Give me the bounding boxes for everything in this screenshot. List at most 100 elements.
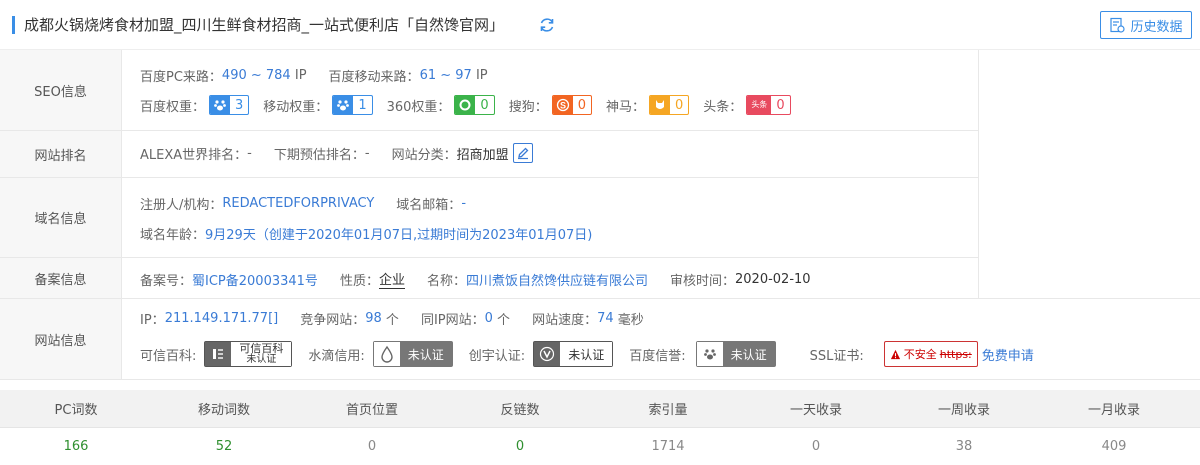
ssl-badge[interactable]: 不安全 https: <box>883 341 978 367</box>
icp-audit-value: 2020-02-10 <box>735 271 811 287</box>
baidu-credit-badge-text: 未认证 <box>722 342 775 366</box>
sogou-weight-label: 搜狗： <box>508 99 548 115</box>
domain-age-label: 域名年龄： <box>140 228 206 243</box>
icp-nature-label: 性质： <box>339 273 379 289</box>
kexin-label: 可信百科: <box>140 348 197 364</box>
svg-text:S: S <box>560 100 566 110</box>
rank-row: 网站排名 ALEXA世界排名： - 下期预估排名： - 网站分类： 招商加盟 <box>0 131 978 178</box>
toutiao-icon: 头条 <box>747 96 772 114</box>
info-table: SEO信息 百度PC来路： 490 ~ 784 IP 百度移动来路： 61 ~ … <box>0 50 1200 380</box>
paw-icon <box>333 96 354 114</box>
domain-age-value: 9月29天（创建于2020年01月07日,过期时间为2023年01月07日) <box>205 228 593 243</box>
shuidi-badge[interactable]: 未认证 <box>372 341 453 367</box>
stats-value-week-indexed: 38 <box>955 439 973 454</box>
ssl-label: SSL证书: <box>809 348 864 364</box>
speed-unit: 毫秒 <box>617 313 644 328</box>
domain-label: 域名信息 <box>0 178 122 257</box>
stats-header-index: 索引量 <box>648 403 688 418</box>
stats-value-backlinks[interactable]: 0 <box>446 428 594 465</box>
baidu-credit-badge[interactable]: 未认证 <box>695 341 776 367</box>
seo-label: SEO信息 <box>0 50 122 130</box>
shenma-weight-badge[interactable]: 0 <box>649 95 690 115</box>
360-weight-badge[interactable]: 0 <box>454 95 495 115</box>
icp-number-label: 备案号： <box>140 273 193 289</box>
mobile-traffic-unit: IP <box>475 68 488 83</box>
stats-header-mobile-words: 移动词数 <box>197 403 250 418</box>
stats-header-day-indexed: 一天收录 <box>789 403 842 418</box>
icp-name-value[interactable]: 四川煮饭自然馋供应链有限公司 <box>466 270 648 289</box>
info-right-pane <box>978 50 1200 299</box>
ip-value[interactable]: 211.149.171.77[] <box>165 311 279 326</box>
mobile-traffic-value[interactable]: 61 ~ 97 <box>420 68 472 83</box>
rank-label: 网站排名 <box>0 131 122 177</box>
sameip-label: 同IP网站： <box>420 313 485 328</box>
mobile-weight-value: 1 <box>358 97 367 113</box>
refresh-icon[interactable] <box>538 16 556 34</box>
stats-table: PC词数 移动词数 首页位置 反链数 索引量 一天收录 一周收录 一月收录 16… <box>0 390 1200 465</box>
domain-email-label: 域名邮箱： <box>396 198 462 213</box>
mobile-weight-label: 移动权重： <box>263 99 329 115</box>
baidu-credit-label: 百度信誉: <box>629 348 686 364</box>
chuangyu-badge[interactable]: 未认证 <box>533 341 614 367</box>
alexa-label: ALEXA世界排名： <box>140 147 248 163</box>
chuangyu-badge-text: 未认证 <box>560 342 613 366</box>
stats-value-home-position: 0 <box>367 439 377 454</box>
next-rank-label: 下期预估排名： <box>273 147 365 163</box>
stats-header-pc-words: PC词数 <box>54 403 98 418</box>
stats-value-day-indexed: 0 <box>811 439 821 454</box>
paw-icon <box>210 96 231 114</box>
paw-icon <box>696 342 723 366</box>
kexin-icon <box>205 342 232 366</box>
stats-value-row: 166 52 0 0 1714 0 38 409 <box>0 428 1200 465</box>
seo-row: SEO信息 百度PC来路： 490 ~ 784 IP 百度移动来路： 61 ~ … <box>0 50 978 131</box>
title-accent-bar <box>12 16 15 34</box>
stats-value-mobile-words[interactable]: 52 <box>150 428 298 465</box>
site-label: 网站信息 <box>0 299 122 379</box>
registrant-value[interactable]: REDACTEDFORPRIVACY <box>222 196 374 211</box>
toutiao-weight-badge[interactable]: 头条 0 <box>746 95 791 115</box>
site-row: 网站信息 IP： 211.149.171.77[] 竞争网站： 98 个 同IP… <box>0 299 1200 380</box>
compete-unit: 个 <box>385 313 399 328</box>
shuidi-label: 水滴信用: <box>308 348 365 364</box>
kexin-badge-line1: 可信百科 <box>239 341 284 355</box>
stats-header-row: PC词数 移动词数 首页位置 反链数 索引量 一天收录 一周收录 一月收录 <box>0 390 1200 428</box>
baidu-weight-badge[interactable]: 3 <box>209 95 250 115</box>
toutiao-weight-label: 头条： <box>703 99 743 115</box>
stats-header-backlinks: 反链数 <box>500 403 540 418</box>
icp-label: 备案信息 <box>0 258 122 298</box>
history-data-button[interactable]: 历史数据 <box>1100 11 1192 39</box>
ssl-badge-strike: https: <box>939 347 972 361</box>
verified-v-icon <box>534 342 561 366</box>
shenma-weight-label: 神马： <box>606 99 646 115</box>
sogou-weight-value: 0 <box>577 97 586 113</box>
edit-icon[interactable] <box>512 143 533 163</box>
header: 成都火锅烧烤食材加盟_四川生鲜食材招商_一站式便利店「自然馋官网」 历史数据 <box>0 0 1200 50</box>
next-rank-value: - <box>364 145 370 161</box>
ssl-apply-link[interactable]: 免费申请 <box>982 345 1034 364</box>
360-weight-label: 360权重： <box>386 99 451 115</box>
registrant-label: 注册人/机构： <box>140 198 223 213</box>
document-chart-icon <box>1110 17 1126 33</box>
stats-value-pc-words[interactable]: 166 <box>2 428 150 465</box>
baidu-weight-label: 百度权重： <box>140 99 206 115</box>
domain-row: 域名信息 注册人/机构： REDACTEDFORPRIVACY 域名邮箱： - … <box>0 178 978 258</box>
kexin-badge[interactable]: 可信百科 未认证 <box>204 341 293 367</box>
sameip-unit: 个 <box>497 313 511 328</box>
sogou-weight-badge[interactable]: S 0 <box>551 95 592 115</box>
category-label: 网站分类： <box>391 147 457 163</box>
pc-traffic-value[interactable]: 490 ~ 784 <box>222 68 291 83</box>
icp-row: 备案信息 备案号： 蜀ICP备20003341号 性质： 企业 名称： 四川煮饭… <box>0 258 978 299</box>
stats-value-month-indexed: 409 <box>1101 439 1127 454</box>
pc-traffic-unit: IP <box>294 68 307 83</box>
toutiao-weight-value: 0 <box>776 97 785 113</box>
mobile-weight-badge[interactable]: 1 <box>332 95 373 115</box>
360-icon <box>455 96 476 114</box>
pc-traffic-label: 百度PC来路： <box>140 70 222 85</box>
page-title: 成都火锅烧烤食材加盟_四川生鲜食材招商_一站式便利店「自然馋官网」 <box>24 16 505 34</box>
baidu-weight-value: 3 <box>235 97 244 113</box>
compete-value[interactable]: 98 <box>365 311 382 326</box>
speed-value: 74 <box>597 311 614 326</box>
icp-number-value[interactable]: 蜀ICP备20003341号 <box>192 270 318 289</box>
sameip-value[interactable]: 0 <box>485 311 493 326</box>
ssl-badge-text: 不安全 <box>903 348 937 361</box>
